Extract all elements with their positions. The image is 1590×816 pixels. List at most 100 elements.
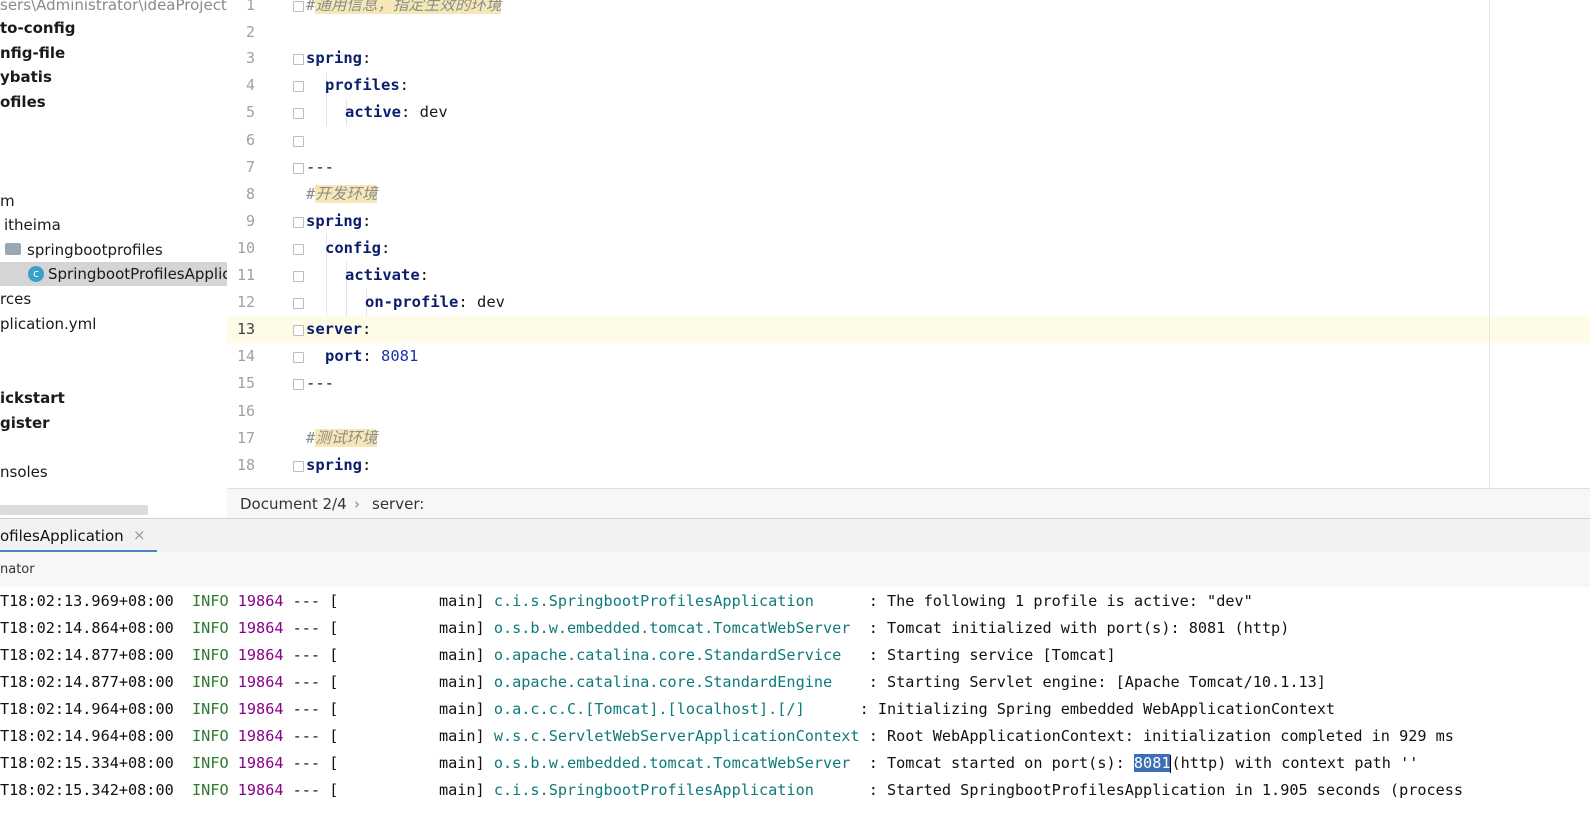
tree-item-resources[interactable]: rces bbox=[0, 287, 31, 311]
log-logger[interactable]: w.s.c.ServletWebServerApplicationContext bbox=[494, 727, 860, 745]
tree-item-itheima[interactable]: itheima bbox=[4, 213, 61, 237]
run-toolbar: nator bbox=[0, 552, 1590, 588]
code-line-10: config: bbox=[325, 239, 391, 257]
breadcrumb-document[interactable]: Document 2/4 bbox=[240, 489, 347, 519]
yaml-value: dev bbox=[419, 103, 448, 121]
log-time: T18:02:15.342+08:00 bbox=[0, 781, 174, 799]
log-level: INFO bbox=[192, 673, 229, 691]
log-line: T18:02:15.334+08:00 INFO 19864 --- [ mai… bbox=[0, 750, 1418, 777]
tree-item-profiles[interactable]: ofiles bbox=[0, 90, 46, 114]
fold-marker-icon[interactable] bbox=[293, 461, 304, 472]
log-logger[interactable]: c.i.s.SpringbootProfilesApplication bbox=[494, 781, 814, 799]
yaml-key: port bbox=[325, 347, 363, 365]
line-number: 9 bbox=[245, 212, 255, 230]
fold-marker-icon[interactable] bbox=[293, 298, 304, 309]
log-message: : Root WebApplicationContext: initializa… bbox=[868, 727, 1454, 745]
fold-marker-icon[interactable] bbox=[293, 163, 304, 174]
log-message: : Initializing Spring embedded WebApplic… bbox=[859, 700, 1336, 718]
line-number: 8 bbox=[245, 185, 255, 203]
code-line-11: activate: bbox=[345, 266, 429, 284]
code-line-4: profiles: bbox=[325, 76, 409, 94]
tree-item-scratches-consoles[interactable]: nsoles bbox=[0, 460, 48, 484]
fold-marker-icon[interactable] bbox=[293, 1, 304, 12]
log-line: T18:02:14.864+08:00 INFO 19864 --- [ mai… bbox=[0, 615, 1289, 642]
line-number: 10 bbox=[236, 239, 255, 257]
tree-item-auto-config[interactable]: to-config bbox=[0, 16, 75, 40]
line-number: 11 bbox=[236, 266, 255, 284]
tree-item-register[interactable]: gister bbox=[0, 411, 50, 435]
log-pid: 19864 bbox=[237, 592, 284, 610]
log-sep: --- [ bbox=[292, 646, 339, 664]
tree-item-label: SpringbootProfilesApplic bbox=[48, 265, 228, 283]
log-sep: --- [ bbox=[292, 619, 339, 637]
console-output[interactable]: T18:02:13.969+08:00 INFO 19864 --- [ mai… bbox=[0, 587, 1590, 816]
document-separator: --- bbox=[306, 158, 334, 176]
line-number: 3 bbox=[245, 49, 255, 67]
fold-marker-icon[interactable] bbox=[293, 325, 304, 336]
line-number: 2 bbox=[245, 23, 255, 41]
fold-marker-icon[interactable] bbox=[293, 271, 304, 282]
log-level: INFO bbox=[192, 619, 229, 637]
tree-item-label: ofiles bbox=[0, 93, 46, 111]
document-separator: --- bbox=[306, 374, 334, 392]
tree-item-config-file[interactable]: nfig-file bbox=[0, 41, 65, 65]
log-time: T18:02:14.877+08:00 bbox=[0, 646, 174, 664]
log-thread: main] bbox=[438, 754, 485, 772]
log-logger[interactable]: o.apache.catalina.core.StandardEngine bbox=[494, 673, 832, 691]
yaml-key: spring bbox=[306, 212, 362, 230]
fold-marker-icon[interactable] bbox=[293, 54, 304, 65]
fold-marker-icon[interactable] bbox=[293, 136, 304, 147]
selected-text[interactable]: 8081 bbox=[1133, 754, 1171, 772]
tree-item-quickstart[interactable]: ickstart bbox=[0, 386, 65, 410]
fold-marker-icon[interactable] bbox=[293, 352, 304, 363]
code-editor[interactable]: 1 2 3 4 5 6 7 8 9 10 11 12 13 14 15 16 1… bbox=[227, 0, 1590, 488]
log-thread: main] bbox=[438, 646, 485, 664]
tree-item-springbootprofiles[interactable]: springbootprofiles bbox=[5, 238, 163, 262]
fold-marker-icon[interactable] bbox=[293, 379, 304, 390]
log-logger[interactable]: o.apache.catalina.core.StandardService bbox=[494, 646, 841, 664]
breadcrumb-node[interactable]: server: bbox=[372, 489, 424, 519]
log-logger[interactable]: c.i.s.SpringbootProfilesApplication bbox=[494, 592, 814, 610]
run-tool-window-header: ofilesApplication × bbox=[0, 518, 1590, 553]
line-number: 12 bbox=[236, 293, 255, 311]
run-tab[interactable]: ofilesApplication × bbox=[0, 519, 157, 553]
log-logger[interactable]: o.s.b.w.embedded.tomcat.TomcatWebServer bbox=[494, 754, 851, 772]
log-logger[interactable]: o.a.c.c.C.[Tomcat].[localhost].[/] bbox=[494, 700, 805, 718]
log-time: T18:02:14.877+08:00 bbox=[0, 673, 174, 691]
tree-item-label: nfig-file bbox=[0, 44, 66, 62]
code-line-15: --- bbox=[306, 370, 334, 397]
fold-marker-icon[interactable] bbox=[293, 244, 304, 255]
log-line: T18:02:13.969+08:00 INFO 19864 --- [ mai… bbox=[0, 588, 1253, 615]
project-tree: sers\Administrator\ideaProjects to-confi… bbox=[0, 0, 228, 518]
tree-item-springboot-profiles-application[interactable]: c SpringbootProfilesApplic bbox=[0, 262, 227, 286]
log-logger[interactable]: o.s.b.w.embedded.tomcat.TomcatWebServer bbox=[494, 619, 851, 637]
line-number: 16 bbox=[236, 402, 255, 420]
log-pid: 19864 bbox=[237, 754, 284, 772]
log-line: T18:02:14.964+08:00 INFO 19864 --- [ mai… bbox=[0, 696, 1335, 723]
tree-item-application-yml[interactable]: plication.yml bbox=[0, 312, 96, 336]
tree-item-label: itheima bbox=[4, 216, 61, 234]
actuator-tab[interactable]: nator bbox=[0, 562, 35, 577]
tree-horizontal-scrollbar[interactable] bbox=[0, 505, 148, 515]
log-level: INFO bbox=[192, 781, 229, 799]
log-level: INFO bbox=[192, 592, 229, 610]
right-margin-guide bbox=[1489, 0, 1490, 488]
code-line-14: port: 8081 bbox=[325, 347, 419, 365]
fold-marker-icon[interactable] bbox=[293, 81, 304, 92]
tree-item-mybatis[interactable]: ybatis bbox=[0, 65, 52, 89]
log-thread: main] bbox=[438, 619, 485, 637]
line-number: 14 bbox=[236, 347, 255, 365]
yaml-key: active bbox=[345, 103, 401, 121]
log-sep: --- [ bbox=[292, 727, 339, 745]
close-icon[interactable]: × bbox=[133, 526, 146, 544]
fold-marker-icon[interactable] bbox=[293, 217, 304, 228]
tree-item-com[interactable]: m bbox=[0, 189, 15, 213]
log-level: INFO bbox=[192, 646, 229, 664]
yaml-key: server bbox=[306, 320, 362, 338]
code-line-1: #通用信息，指定生效的环境 bbox=[306, 0, 502, 19]
tree-item-label: ybatis bbox=[0, 68, 52, 86]
log-sep: --- [ bbox=[292, 592, 339, 610]
log-pid: 19864 bbox=[237, 781, 284, 799]
fold-marker-icon[interactable] bbox=[293, 108, 304, 119]
comment-text: 测试环境 bbox=[315, 429, 378, 447]
